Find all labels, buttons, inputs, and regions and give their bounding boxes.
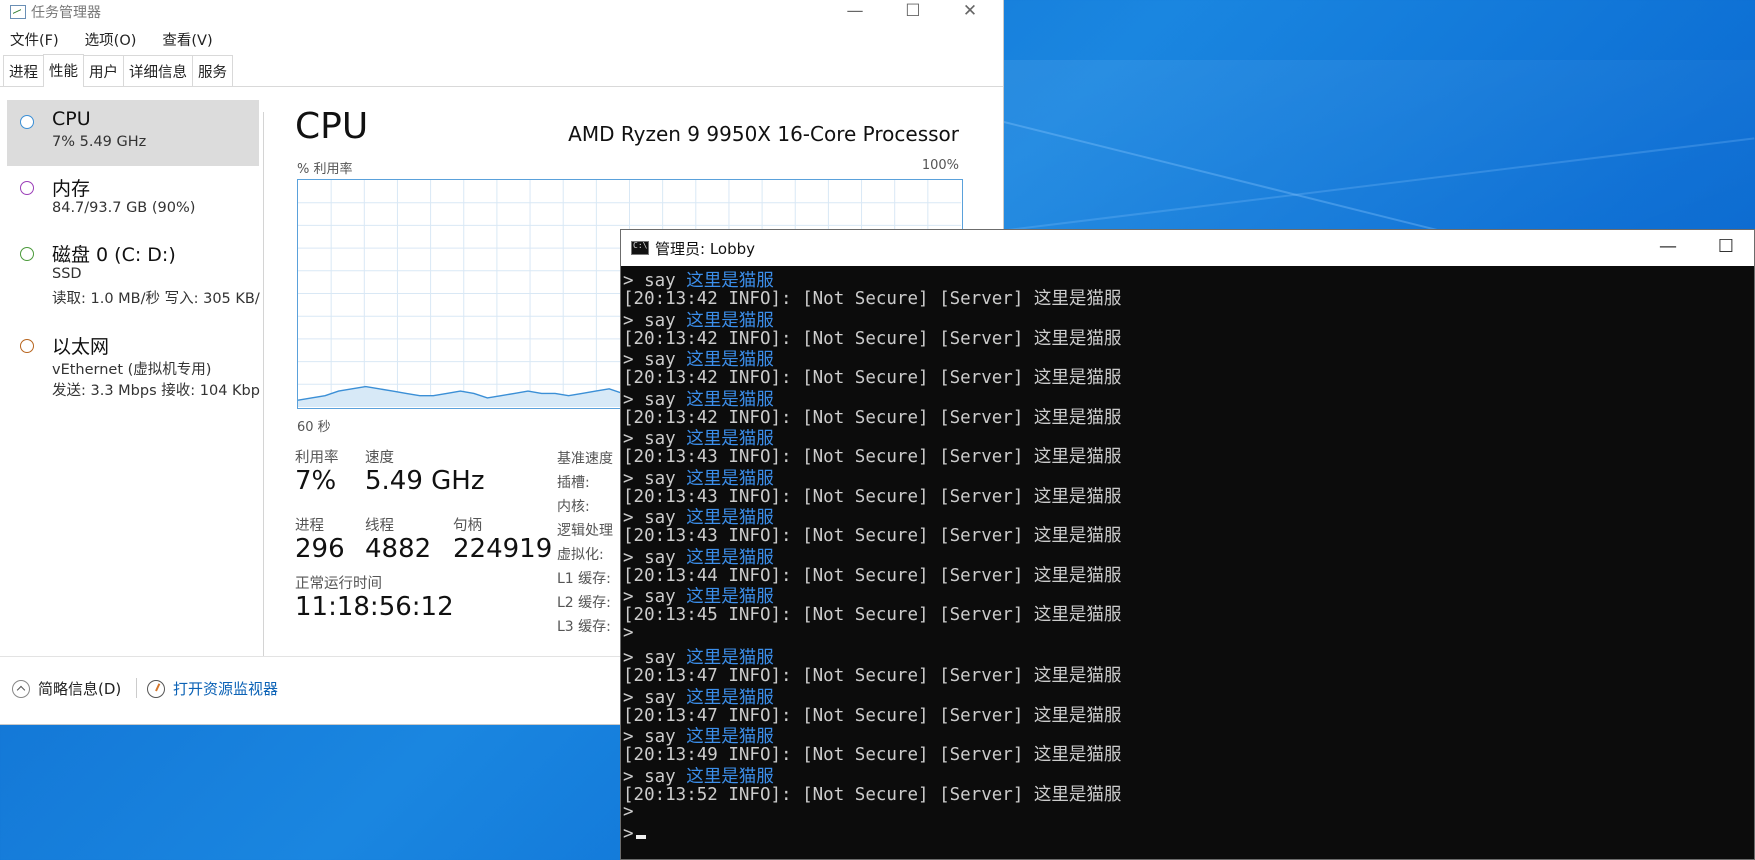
console-log-line: [20:13:52 INFO]: [Not Secure] [Server] 这… (623, 781, 1121, 806)
process-label: 进程 (295, 518, 324, 534)
resource-detail: 读取: 1.0 MB/秒 写入: 305 KB/ (52, 291, 260, 307)
console-command-line: > (623, 623, 634, 643)
prompt: > (623, 823, 634, 844)
tab-details[interactable]: 详细信息 (123, 55, 193, 86)
console-maximize-button[interactable]: ☐ (1697, 230, 1755, 266)
menu-bar: 文件(F) 选项(O) 查看(V) (0, 24, 1003, 54)
resource-detail: 7% 5.49 GHz (52, 134, 147, 150)
graph-axis-label: % 利用率 (297, 162, 353, 177)
text-cursor (635, 834, 646, 839)
fewer-details-button[interactable]: 简略信息(D) (12, 678, 121, 699)
tab-users[interactable]: 用户 (83, 55, 124, 86)
tab-strip: 进程 性能 用户 详细信息 服务 (0, 54, 1003, 87)
console-title: 管理员: Lobby (655, 239, 756, 258)
util-label: 利用率 (295, 450, 339, 466)
speed-value: 5.49 GHz (365, 466, 485, 496)
menu-options[interactable]: 选项(O) (81, 29, 141, 50)
l2-cache-label: L2 缓存: (557, 595, 611, 611)
prompt: > (623, 802, 634, 822)
uptime-value: 11:18:56:12 (295, 592, 454, 622)
title-bar[interactable]: 任务管理器 — ☐ ✕ (0, 0, 1003, 24)
virtualization-label: 虚拟化: (557, 547, 604, 563)
sockets-label: 插槽: (557, 475, 590, 491)
speed-label: 速度 (365, 450, 394, 466)
cpu-model: AMD Ryzen 9 9950X 16-Core Processor (568, 122, 959, 146)
log-text: [20:13:45 INFO]: [Not Secure] [Server] 这… (623, 605, 1122, 625)
process-value: 296 (295, 534, 345, 564)
base-speed-label: 基准速度 (557, 451, 613, 467)
close-button[interactable]: ✕ (941, 0, 999, 24)
resource-item-ethernet[interactable]: 以太网 vEthernet (虚拟机专用) 发送: 3.3 Mbps 接收: 1… (7, 324, 260, 406)
footer-divider (136, 678, 137, 698)
pane-divider[interactable] (263, 112, 264, 657)
prompt: > (623, 622, 634, 643)
graph-max-label: 100% (921, 158, 959, 173)
handle-value: 224919 (453, 534, 553, 564)
minimize-button[interactable]: — (826, 0, 884, 24)
fewer-details-label: 简略信息(D) (38, 680, 122, 698)
console-icon (631, 241, 649, 255)
maximize-button[interactable]: ☐ (884, 0, 942, 24)
uptime-label: 正常运行时间 (295, 576, 382, 592)
tab-processes[interactable]: 进程 (3, 55, 44, 86)
l3-cache-label: L3 缓存: (557, 619, 611, 635)
cores-label: 内核: (557, 499, 590, 515)
graph-time-label: 60 秒 (297, 420, 331, 435)
util-value: 7% (295, 466, 337, 496)
tab-services[interactable]: 服务 (192, 55, 233, 86)
memory-indicator-icon (20, 181, 34, 195)
resource-detail: SSD (52, 266, 82, 282)
thread-label: 线程 (365, 518, 394, 534)
resource-name: CPU (52, 108, 91, 130)
resource-item-cpu[interactable]: CPU 7% 5.49 GHz (7, 100, 259, 166)
logical-processors-label: 逻辑处理 (557, 523, 613, 539)
console-minimize-button[interactable]: — (1639, 230, 1697, 266)
console-command-line: > (623, 802, 634, 822)
disk-indicator-icon (20, 247, 34, 261)
page-title: CPU (295, 106, 369, 147)
resource-monitor-icon (147, 679, 165, 698)
handle-label: 句柄 (453, 518, 482, 534)
desktop-ray (999, 137, 1755, 232)
open-resource-monitor-label: 打开资源监视器 (173, 680, 279, 698)
menu-file[interactable]: 文件(F) (6, 29, 63, 50)
log-text: [20:13:52 INFO]: [Not Secure] [Server] 这… (623, 784, 1122, 805)
thread-value: 4882 (365, 534, 432, 564)
ethernet-indicator-icon (20, 339, 34, 353)
resource-detail: 发送: 3.3 Mbps 接收: 104 Kbp (52, 383, 260, 399)
chevron-up-icon (12, 679, 30, 698)
console-input-line: > (623, 824, 646, 844)
menu-view[interactable]: 查看(V) (158, 29, 216, 50)
resource-list: CPU 7% 5.49 GHz 内存 84.7/93.7 GB (90%) 磁盘… (0, 100, 262, 660)
l1-cache-label: L1 缓存: (557, 571, 611, 587)
resource-name: 磁盘 0 (C: D:) (52, 244, 176, 266)
console-window: 管理员: Lobby — ☐ > say 这里是猫服[20:13:42 INFO… (620, 229, 1755, 860)
open-resource-monitor-link[interactable]: 打开资源监视器 (147, 678, 278, 699)
resource-detail: 84.7/93.7 GB (90%) (52, 200, 196, 216)
window-title: 任务管理器 (31, 5, 101, 21)
resource-item-memory[interactable]: 内存 84.7/93.7 GB (90%) (7, 166, 259, 232)
console-log-line: [20:13:45 INFO]: [Not Secure] [Server] 这… (623, 601, 1121, 626)
console-output[interactable]: > say 这里是猫服 [20:13:42 INFO]: [Not Secure]… (623, 267, 1754, 859)
tab-performance[interactable]: 性能 (43, 54, 84, 87)
task-manager-icon (10, 5, 26, 19)
resource-name: 内存 (52, 178, 91, 200)
resource-detail: vEthernet (虚拟机专用) (52, 362, 212, 378)
console-title-bar[interactable]: 管理员: Lobby — ☐ (621, 230, 1754, 266)
cpu-indicator-icon (20, 115, 34, 129)
resource-name: 以太网 (52, 336, 110, 358)
resource-item-disk[interactable]: 磁盘 0 (C: D:) SSD 读取: 1.0 MB/秒 写入: 305 KB… (7, 232, 260, 314)
